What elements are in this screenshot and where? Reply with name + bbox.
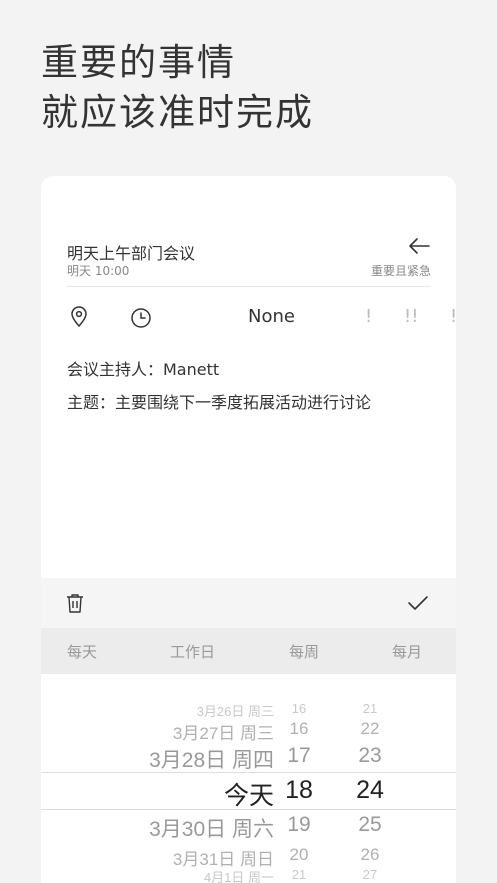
picker-minute: 25 [358,813,382,837]
picker-minute: 21 [362,701,378,717]
picker-minute: 22 [360,718,380,738]
trash-icon[interactable] [65,592,85,614]
picker-row[interactable]: 3月30日 周六 19 25 [41,813,456,841]
task-time: 明天 10:00 [67,264,130,278]
picker-hour: 20 [289,844,309,864]
task-tools: None ! !! !!! [67,304,456,332]
repeat-monthly[interactable]: 每月 [392,641,422,662]
picker-minute: 23 [358,744,382,768]
picker-row[interactable]: 4月1日 周一 21 27 [41,867,456,883]
priority-none[interactable]: None [248,306,295,327]
picker-date: 3月27日 周三 [172,723,274,743]
picker-date: 4月1日 周一 [203,870,274,883]
task-card: 明天上午部门会议 明天 10:00 重要且紧急 None ! !! !!! 会议… [41,176,456,883]
headline: 重要的事情 就应该准时完成 [41,38,314,138]
clock-icon[interactable] [130,307,152,329]
repeat-options: 每天 工作日 每周 每月 [41,628,456,674]
picker-hour: 16 [289,718,309,738]
repeat-daily[interactable]: 每天 [67,641,97,662]
picker-hour: 17 [287,744,311,768]
picker-minute: 27 [362,867,378,883]
picker-minute: 24 [356,776,384,804]
map-pin-icon[interactable] [69,306,89,328]
picker-date: 3月31日 周日 [172,849,274,869]
picker-hour: 21 [291,867,307,883]
picker-row[interactable]: 3月27日 周三 16 22 [41,718,456,743]
back-arrow-icon[interactable] [407,234,431,258]
picker-row[interactable]: 3月28日 周四 17 23 [41,744,456,772]
picker-date: 3月28日 周四 [149,749,274,773]
datetime-picker[interactable]: 3月26日 周三 16 21 3月27日 周三 16 22 3月28日 周四 17 23 今天 18… [41,674,456,883]
check-icon[interactable] [406,592,430,614]
picker-hour: 16 [291,701,307,717]
repeat-weekdays[interactable]: 工作日 [170,641,215,662]
priority-medium[interactable]: !! [404,306,418,327]
note-topic[interactable]: 主题：主要围绕下一季度拓展活动进行讨论 [67,389,371,413]
picker-hour: 18 [285,776,313,804]
picker-date: 今天 [223,782,274,810]
picker-hour: 19 [287,813,311,837]
picker-date: 3月30日 周六 [149,818,274,842]
priority-low[interactable]: ! [365,306,372,327]
picker-row[interactable]: 3月26日 周三 16 21 [41,701,456,720]
task-title[interactable]: 明天上午部门会议 [67,240,195,264]
task-header: 明天上午部门会议 明天 10:00 重要且紧急 [67,238,431,287]
action-bar [41,578,456,628]
picker-minute: 26 [360,844,380,864]
priority-label: 重要且紧急 [370,264,431,278]
headline-line-2: 就应该准时完成 [41,91,314,134]
picker-row[interactable]: 3月31日 周日 20 26 [41,844,456,869]
priority-high[interactable]: !!! [450,306,456,327]
picker-date: 3月26日 周三 [196,704,274,720]
repeat-weekly[interactable]: 每周 [289,641,319,662]
note-host[interactable]: 会议主持人：Manett [67,356,219,380]
picker-row-selected[interactable]: 今天 18 24 [41,776,456,810]
headline-line-1: 重要的事情 [41,41,236,84]
